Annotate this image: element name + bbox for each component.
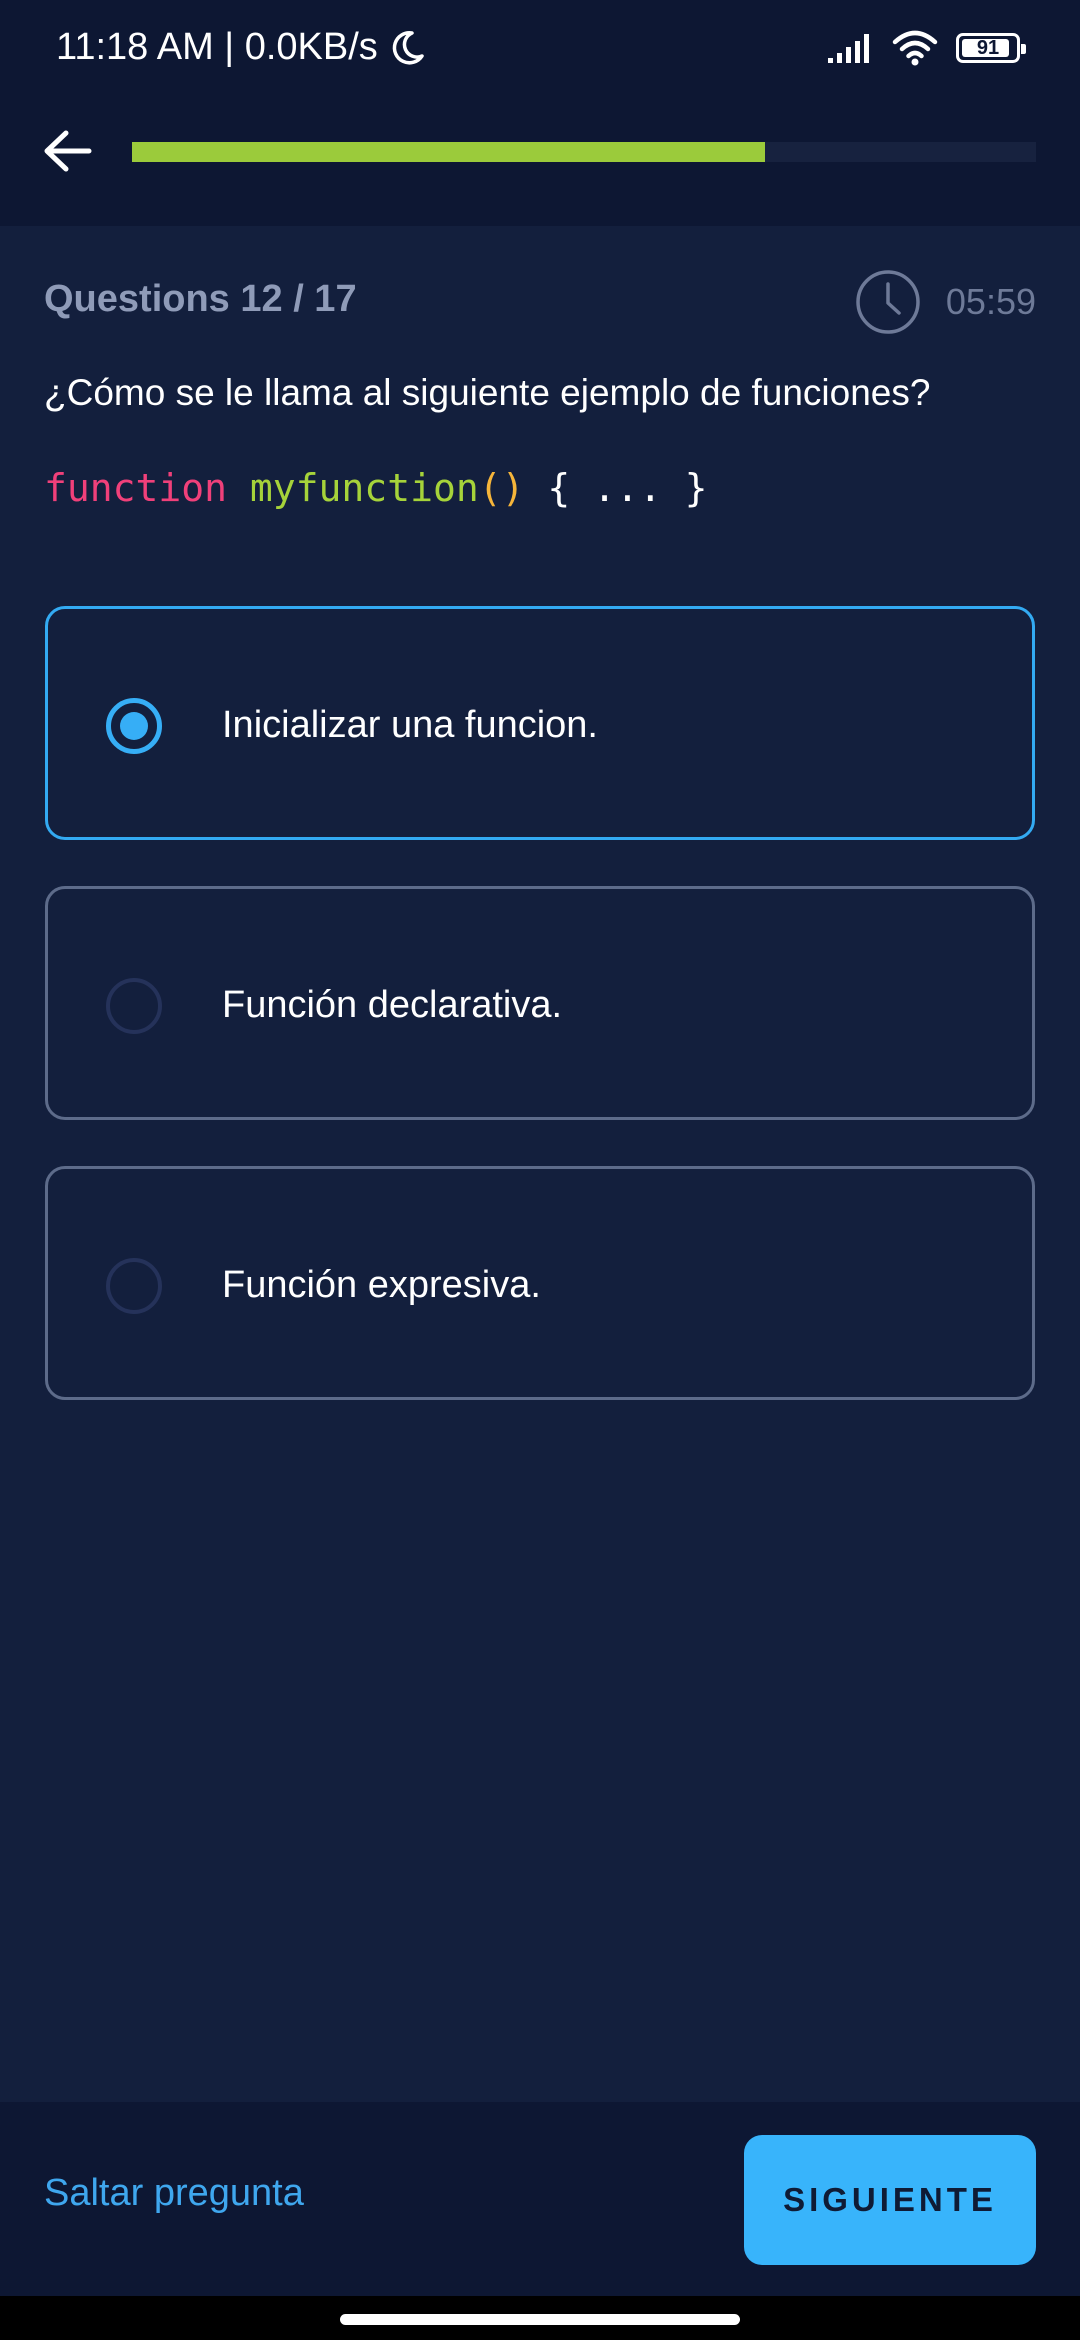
code-parens: () (478, 466, 525, 510)
status-time-network: 11:18 AM | 0.0KB/s (56, 26, 378, 68)
radio-button[interactable] (106, 698, 162, 754)
arrow-left-icon (44, 130, 92, 172)
question-text: ¿Cómo se le llama al siguiente ejemplo d… (44, 372, 931, 413)
bottom-action-bar: Saltar pregunta SIGUIENTE (0, 2102, 1080, 2296)
code-function-name: myfunction (249, 466, 479, 510)
timer-text: 05:59 (945, 281, 1036, 322)
answer-option-label: Función declarativa. (222, 984, 563, 1026)
status-bar: 11:18 AM | 0.0KB/s 91 (0, 0, 1080, 100)
home-indicator[interactable] (340, 2314, 740, 2325)
moon-icon (392, 30, 424, 64)
code-body: { ... } (547, 466, 708, 510)
clock-icon (856, 270, 920, 334)
quiz-progress-bar (132, 142, 1036, 162)
answer-option-1[interactable]: Inicializar una funcion. (45, 606, 1035, 840)
question-counter: Questions 12 / 17 (44, 278, 357, 320)
answer-option-label: Función expresiva. (222, 1264, 541, 1306)
top-area: 11:18 AM | 0.0KB/s 91 (0, 0, 1080, 226)
timer: 05:59 (854, 268, 1036, 336)
answer-option-2[interactable]: Función declarativa. (45, 886, 1035, 1120)
skip-question-link[interactable]: Saltar pregunta (44, 2172, 304, 2215)
quiz-progress-fill (132, 142, 765, 162)
status-right: 91 (826, 30, 1026, 66)
radio-button[interactable] (106, 1258, 162, 1314)
status-left: 11:18 AM | 0.0KB/s (56, 26, 426, 69)
answer-option-label: Inicializar una funcion. (222, 704, 598, 746)
battery-icon: 91 (956, 33, 1026, 63)
radio-button[interactable] (106, 978, 162, 1034)
code-snippet: function myfunction() { ... } (44, 466, 708, 510)
battery-level-text: 91 (976, 36, 1000, 59)
next-button[interactable]: SIGUIENTE (744, 2135, 1036, 2265)
answer-option-3[interactable]: Función expresiva. (45, 1166, 1035, 1400)
wifi-icon (892, 30, 938, 66)
signal-icon (828, 34, 869, 63)
back-button[interactable] (36, 120, 98, 182)
quiz-header (0, 100, 1080, 226)
code-keyword: function (44, 466, 228, 510)
